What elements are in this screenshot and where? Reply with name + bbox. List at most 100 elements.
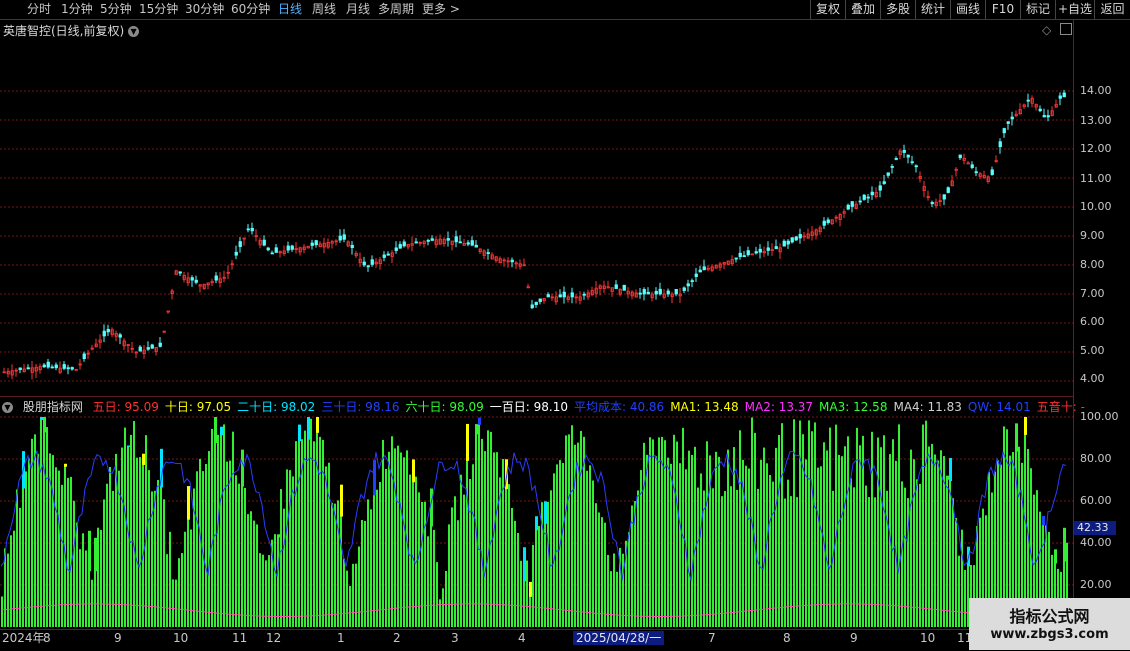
- indicator-bar: [607, 554, 609, 627]
- indicator-bar: [229, 460, 231, 627]
- indicator-bar: [802, 434, 804, 627]
- indicator-bar: [106, 483, 108, 627]
- candle-body: [70, 367, 74, 370]
- crosshair-date-label: 2025/04/28/一: [573, 631, 665, 645]
- indicator-bar: [388, 451, 390, 627]
- indicator-bar: [595, 503, 597, 627]
- indicator-overlay-bar: [1015, 423, 1018, 452]
- indicator-bar: [253, 520, 255, 627]
- candle-body: [466, 242, 470, 245]
- indicator-bar: [556, 464, 558, 627]
- candle-body: [158, 342, 162, 347]
- indicator-bar: [670, 463, 672, 627]
- indicator-bar: [463, 494, 465, 627]
- candle-body: [42, 364, 46, 368]
- indicator-bar: [46, 427, 48, 627]
- indicator-bar: [757, 488, 759, 627]
- indicator-bar: [688, 450, 690, 627]
- indicator-bar: [433, 529, 435, 627]
- indicator-value-10: MA4: 11.83: [893, 400, 962, 414]
- indicator-bar: [529, 595, 531, 627]
- indicator-bar: [748, 468, 750, 627]
- indicator-bar: [856, 427, 858, 627]
- indicator-bar: [490, 431, 492, 627]
- indicator-value-4: 六十日: 98.09: [405, 400, 484, 414]
- indicator-bar: [877, 437, 879, 627]
- indicator-bar: [853, 487, 855, 627]
- indicator-value-8: MA2: 13.37: [744, 400, 814, 414]
- candle-body: [54, 364, 58, 369]
- indicator-bar: [532, 544, 534, 627]
- indicator-bar: [58, 470, 60, 627]
- indicator-overlay-bar: [475, 424, 478, 435]
- candle-body: [1038, 108, 1042, 112]
- indicator-tick-label: 60.00: [1080, 494, 1112, 507]
- indicator-bar: [250, 511, 252, 627]
- indicator-bar: [655, 456, 657, 627]
- indicator-bar: [103, 499, 105, 627]
- indicator-bar: [763, 447, 765, 627]
- candle-body: [350, 244, 354, 248]
- indicator-bar: [349, 586, 351, 627]
- candle-body: [426, 239, 430, 242]
- candle-body: [698, 269, 702, 273]
- candle-body: [562, 291, 566, 298]
- candle-body: [546, 294, 550, 298]
- candle-body: [1046, 115, 1050, 118]
- indicator-bar: [727, 449, 729, 627]
- indicator-bar: [592, 480, 594, 627]
- indicator-bar: [739, 430, 741, 627]
- indicator-bar: [247, 514, 249, 627]
- candle-body: [890, 166, 894, 168]
- indicator-bar: [412, 481, 414, 627]
- indicator-tick-label: 80.00: [1080, 452, 1112, 465]
- chevron-down-icon[interactable]: ▼: [2, 402, 13, 413]
- candle-body: [414, 241, 418, 244]
- indicator-bar: [169, 531, 171, 627]
- indicator-bar: [223, 424, 225, 627]
- candle-body: [682, 287, 686, 291]
- indicator-bar: [61, 484, 63, 627]
- indicator-bar: [964, 569, 966, 627]
- indicator-name[interactable]: 股朋指标网: [23, 400, 83, 414]
- time-label: 10: [173, 631, 189, 645]
- indicator-bar: [376, 489, 378, 627]
- indicator-bar: [19, 507, 21, 627]
- candle-body: [914, 165, 918, 168]
- indicator-bar: [550, 490, 552, 627]
- pane-divider[interactable]: [0, 396, 1073, 397]
- candle-body: [150, 344, 154, 349]
- indicator-bar: [622, 553, 624, 627]
- indicator-overlay-bar: [142, 453, 145, 465]
- indicator-overlay-bar: [220, 426, 223, 436]
- candle-body: [286, 245, 290, 251]
- candle-body: [870, 191, 874, 196]
- indicator-bar: [310, 418, 312, 627]
- indicator-bar: [958, 555, 960, 627]
- indicator-bar: [205, 463, 207, 627]
- candle-body: [766, 247, 770, 251]
- indicator-bar: [601, 517, 603, 627]
- indicator-bar: [910, 449, 912, 627]
- indicator-bar: [373, 494, 375, 627]
- indicator-tick-label: 20.00: [1080, 578, 1112, 591]
- candle-body: [850, 201, 854, 207]
- indicator-bar: [361, 519, 363, 627]
- indicator-bar: [457, 520, 459, 627]
- candle-body: [530, 304, 534, 309]
- time-label: 3: [451, 631, 459, 645]
- indicator-bar: [784, 498, 786, 627]
- indicator-bar: [952, 498, 954, 627]
- indicator-bar: [37, 453, 39, 627]
- time-label: 4: [518, 631, 526, 645]
- candle-body: [990, 169, 994, 175]
- candle-body: [82, 353, 86, 359]
- candle-body: [582, 293, 586, 296]
- indicator-bar: [820, 466, 822, 627]
- candle-body: [746, 250, 750, 256]
- price-tick-label: 12.00: [1080, 142, 1112, 155]
- indicator-tick-label: 100.00: [1080, 410, 1119, 423]
- candle-body: [878, 185, 882, 191]
- candle-body: [398, 244, 402, 249]
- candle-body: [738, 252, 742, 258]
